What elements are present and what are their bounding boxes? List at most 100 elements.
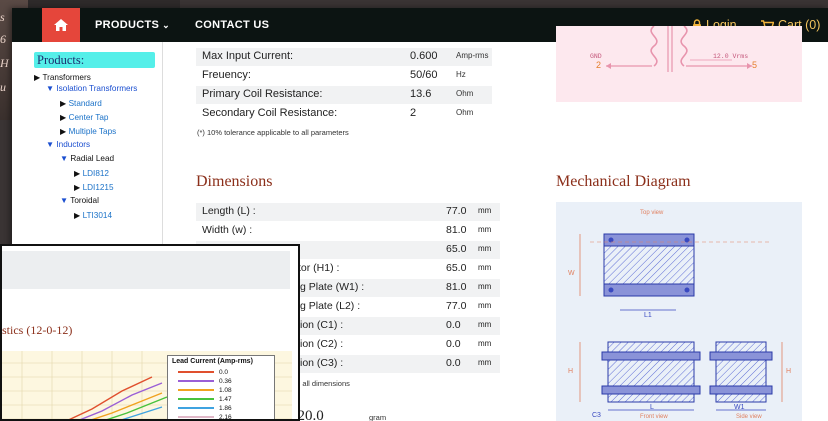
side-view-label: Side view [736,414,762,420]
collapse-arrow-icon: ▼ [46,140,55,149]
dimension-tolerance-note: to all dimensions [294,379,350,388]
graph-legend: Lead Current (Amp-rms) 0.0 0.36 1.08 1.4… [167,355,275,421]
dimension-unit: mm [478,244,492,253]
tree-item-radial-lead[interactable]: ▼ Radial Lead [60,154,114,163]
voltage-label: 12.0 Vrms [713,53,749,60]
dimension-row: Length (L) : 77.0 mm [196,203,500,221]
schematic-diagram: GND 2 12.0 Vrms 5 [556,25,802,102]
param-label: Secondary Coil Resistance: [202,107,338,119]
dimension-value: 65.0 [446,243,467,255]
tree-item-label: Inductors [56,140,91,149]
collapse-arrow-icon: ▼ [60,154,69,163]
dimension-label: g Plate (L2) : [300,300,361,312]
param-unit: Ohm [456,89,474,98]
param-value: 0.600 [410,50,438,62]
param-value: 13.6 [410,88,432,100]
expand-arrow-icon: ▶ [74,211,81,220]
tree-item-label: LDI1215 [82,183,114,192]
graph-title: stics (12-0-12) [2,323,73,337]
dimension-label: g Plate (W1) : [300,281,365,293]
param-unit: Amp-rms [456,51,489,60]
tree-item-label: Isolation Transformers [56,84,138,93]
tree-item-transformers[interactable]: ▶ Transformers [34,72,91,82]
param-label: Primary Coil Resistance: [202,88,323,100]
tree-item-ldi1215[interactable]: ▶ LDI1215 [74,182,114,192]
dimension-label: Length (L) : [202,205,256,217]
characteristics-graph-window: stics (12-0-12) Lead Current (Amp-rms) 0… [0,244,300,421]
tree-item-multiple-taps[interactable]: ▶ Multiple Taps [60,126,116,136]
dimension-unit: mm [478,263,492,272]
gnd-label: GND [590,53,602,60]
legend-item: 1.47 [178,395,232,403]
background-letter: H [0,56,9,70]
home-icon [54,19,68,31]
dimension-unit: mm [478,301,492,310]
tree-item-label: Transformers [42,73,91,82]
contact-link[interactable]: CONTACT US [195,19,269,31]
param-label: Freuency: [202,69,251,81]
dim-l1-label: L1 [644,312,652,319]
tree-item-lti3014[interactable]: ▶ LTI3014 [74,210,112,220]
expand-arrow-icon: ▶ [60,99,67,108]
legend-label: 1.47 [219,395,232,403]
tree-item-label: Center Tap [68,113,109,122]
background-letter: 6 [0,32,6,46]
dim-l-label: L [650,404,654,411]
dimension-label: tor (H1) : [298,262,340,274]
dim-h-label: H [786,368,792,375]
dimension-label: Width (w) : [202,224,253,236]
graph-window-header [2,246,298,290]
top-view-label: Top view [640,210,664,216]
chevron-down-icon: ⌄ [162,20,170,30]
pin-number: 2 [596,60,602,70]
collapse-arrow-icon: ▼ [46,84,55,93]
dimension-unit: mm [478,320,492,329]
dimension-unit: mm [478,358,492,367]
tree-item-standard[interactable]: ▶ Standard [60,98,102,108]
products-menu[interactable]: PRODUCTS ⌄ [95,19,170,31]
dimension-value: 65.0 [446,262,467,274]
dimension-value: 81.0 [446,224,467,236]
param-row: Primary Coil Resistance: 13.6 Ohm [196,86,492,104]
dimension-value: 0.0 [446,357,461,369]
legend-item: 0.36 [178,377,232,385]
dim-c3-label: C3 [592,412,601,419]
background-letter: u [0,80,6,94]
dim-h-label: H [568,368,574,375]
dimension-value: 77.0 [446,300,467,312]
tree-item-toroidal[interactable]: ▼ Toroidal [60,196,99,205]
tolerance-note: (*) 10% tolerance applicable to all para… [197,128,349,137]
products-heading: Products: [34,52,155,68]
dimension-unit: mm [478,282,492,291]
expand-arrow-icon: ▶ [60,127,67,136]
legend-label: 1.86 [219,404,232,412]
expand-arrow-icon: ▶ [34,73,41,82]
tree-item-center-tap[interactable]: ▶ Center Tap [60,112,108,122]
tree-item-isolation-transformers[interactable]: ▼ Isolation Transformers [46,84,137,93]
dim-w1-label: W1 [734,404,745,411]
expand-arrow-icon: ▶ [60,113,67,122]
dimension-label: ion (C1) : [300,319,344,331]
tree-item-label: LDI812 [82,169,109,178]
legend-label: 2.16 [219,413,232,421]
param-label: Max Input Current: [202,50,294,62]
legend-label: 0.36 [219,377,232,385]
tree-item-label: Standard [68,99,102,108]
param-row: Freuency: 50/60 Hz [196,67,492,85]
legend-item: 1.86 [178,404,232,412]
tree-item-ldi812[interactable]: ▶ LDI812 [74,168,109,178]
param-unit: Ohm [456,108,474,117]
dimension-unit: mm [478,206,492,215]
home-button[interactable] [42,8,80,42]
param-value: 2 [410,107,417,119]
legend-label: 0.0 [219,368,229,376]
dimension-label: ion (C3) : [300,357,344,369]
background-letter: s [0,10,5,24]
front-view-label: Front view [640,414,668,420]
tree-item-inductors[interactable]: ▼ Inductors [46,140,90,149]
tree-item-label: Radial Lead [70,154,115,163]
expand-arrow-icon: ▶ [74,169,81,178]
param-row: Max Input Current: 0.600 Amp-rms [196,48,492,66]
dimension-value: 0.0 [446,319,461,331]
legend-item: 0.0 [178,368,228,376]
